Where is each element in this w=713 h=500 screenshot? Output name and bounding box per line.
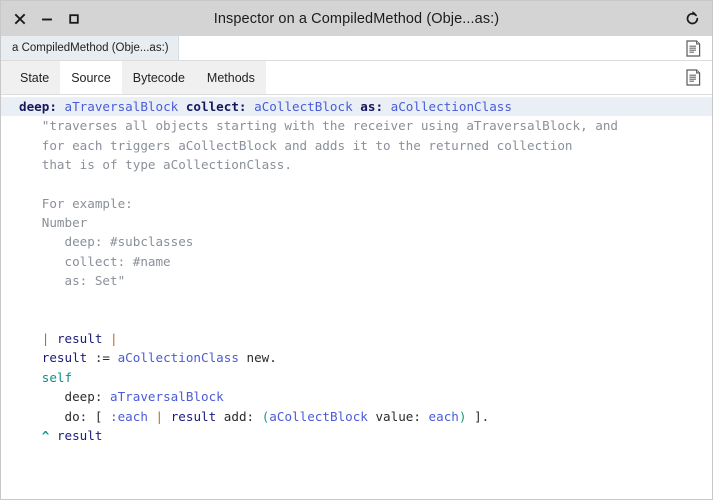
code-token-kw: as:	[360, 99, 384, 114]
code-token-plain: ].	[466, 408, 490, 424]
code-token-comment: collect: #name	[19, 253, 171, 269]
tab-bytecode-label: Bytecode	[132, 70, 185, 85]
code-token-plain: do: [	[19, 408, 110, 424]
code-token-arg: aTraversalBlock	[110, 389, 224, 405]
code-line: | result |	[1, 329, 712, 348]
code-line: deep: #subclasses	[1, 232, 712, 251]
code-token-arg: aCollectionClass	[117, 350, 239, 366]
code-token-pipe: |	[155, 408, 164, 424]
code-token-arg: aCollectBlock	[269, 408, 368, 424]
code-line: for each triggers aCollectBlock and adds…	[1, 136, 712, 155]
tab-bar-filler	[265, 61, 712, 95]
code-line: deep: aTraversalBlock	[1, 387, 712, 406]
code-token-comment: as: Set"	[19, 273, 126, 289]
code-line: For example:	[1, 194, 712, 213]
tab-source-label: Source	[71, 70, 111, 85]
tab-methods[interactable]: Methods	[196, 61, 266, 94]
code-token-comment: that is of type aCollectionClass.	[19, 157, 292, 173]
tab-methods-label: Methods	[206, 70, 255, 85]
tab-bar-page-icon[interactable]	[686, 69, 712, 86]
code-token-self: self	[41, 369, 73, 385]
code-token-comment: "traverses all objects starting with the…	[19, 118, 618, 134]
code-token-comment: For example:	[19, 195, 133, 211]
code-line: ^ result	[1, 426, 712, 445]
code-token-plain: add:	[216, 408, 262, 424]
code-line: collect: #name	[1, 252, 712, 271]
tab-bytecode[interactable]: Bytecode	[122, 61, 196, 94]
object-bar-page-icon[interactable]	[686, 36, 712, 60]
code-token-var: result	[170, 408, 217, 424]
code-line: Number	[1, 213, 712, 232]
minimize-button[interactable]	[40, 12, 54, 26]
object-tab-label: a CompiledMethod (Obje...as:)	[12, 42, 169, 54]
code-token-kw: collect:	[185, 99, 247, 114]
code-token-arg: aCollectBlock	[254, 99, 353, 114]
code-token-var: result	[41, 350, 88, 366]
window-title: Inspector on a CompiledMethod (Obje...as…	[213, 10, 500, 27]
inspector-window: Inspector on a CompiledMethod (Obje...as…	[0, 0, 713, 500]
tab-source[interactable]: Source	[60, 61, 122, 94]
window-controls	[1, 12, 81, 26]
code-token-arg: :each	[110, 408, 148, 424]
code-token-var: result	[56, 331, 103, 347]
code-token-plain: :=	[87, 350, 118, 366]
code-token-pipe: |	[110, 331, 118, 347]
code-token-arg: each	[428, 408, 459, 424]
code-token-arg: aCollectionClass	[390, 99, 512, 114]
code-token-comment: for each triggers aCollectBlock and adds…	[19, 137, 573, 153]
code-line: that is of type aCollectionClass.	[1, 155, 712, 174]
history-refresh-icon[interactable]	[684, 1, 701, 36]
code-token-plain: new.	[238, 350, 277, 366]
inspector-tabs: State Source Bytecode Methods	[1, 61, 266, 95]
code-token-comment: Number	[19, 215, 88, 231]
code-token-kw: deep:	[19, 99, 57, 114]
tab-state[interactable]: State	[9, 61, 60, 94]
inspector-tab-bar: State Source Bytecode Methods	[1, 61, 712, 95]
object-tab-bar: a CompiledMethod (Obje...as:)	[1, 36, 712, 61]
code-token-plain: deep:	[19, 389, 110, 405]
code-line: deep: aTraversalBlock collect: aCollectB…	[1, 97, 712, 117]
code-token-comment: deep: #subclasses	[19, 234, 194, 250]
maximize-button[interactable]	[67, 12, 81, 26]
code-line: result := aCollectionClass new.	[1, 348, 712, 367]
code-line: as: Set"	[1, 271, 712, 290]
code-token-plain: value:	[367, 408, 429, 424]
code-line: do: [ :each | result add: (aCollectBlock…	[1, 407, 712, 426]
code-token-var: result	[56, 427, 103, 443]
source-code-pane[interactable]: deep: aTraversalBlock collect: aCollectB…	[1, 95, 712, 499]
window-titlebar: Inspector on a CompiledMethod (Obje...as…	[1, 1, 712, 36]
code-token-arg: aTraversalBlock	[64, 99, 179, 114]
code-line: "traverses all objects starting with the…	[1, 116, 712, 135]
close-button[interactable]	[13, 12, 27, 26]
source-code-text[interactable]: deep: aTraversalBlock collect: aCollectB…	[1, 97, 712, 445]
object-tab-compiled-method[interactable]: a CompiledMethod (Obje...as:)	[1, 36, 179, 60]
code-line: self	[1, 368, 712, 387]
tab-state-label: State	[20, 70, 50, 85]
